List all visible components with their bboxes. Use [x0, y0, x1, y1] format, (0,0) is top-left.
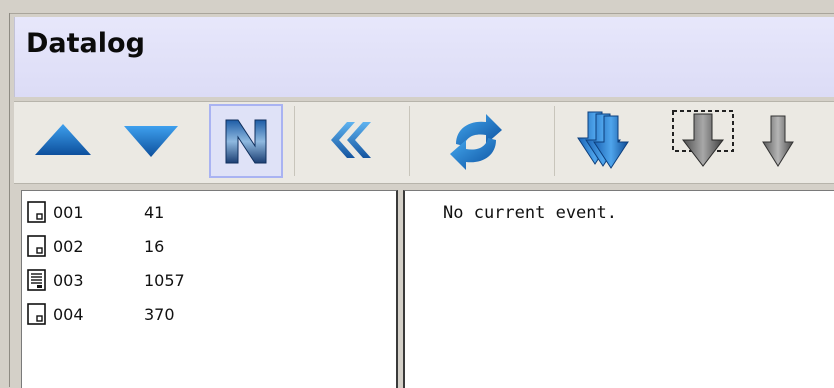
- window-top-frame: [0, 0, 834, 14]
- list-item[interactable]: 004 370: [26, 303, 386, 329]
- n-button[interactable]: [209, 104, 283, 178]
- toolbar-separator: [409, 106, 410, 176]
- item-id: 003: [53, 271, 84, 290]
- list-item[interactable]: 001 41: [26, 201, 386, 227]
- next-button[interactable]: [112, 104, 186, 178]
- item-count: 1057: [144, 271, 185, 290]
- event-view[interactable]: No current event.: [403, 190, 834, 388]
- item-id: 004: [53, 305, 84, 324]
- refresh-button[interactable]: [438, 104, 512, 178]
- toolbar: [14, 101, 834, 184]
- datalog-list[interactable]: 001 41 002 16 003 1057 004 370: [21, 190, 398, 388]
- event-text: No current event.: [443, 203, 617, 223]
- previous-button[interactable]: [29, 104, 103, 178]
- item-count: 16: [144, 237, 165, 256]
- toolbar-separator: [554, 106, 555, 176]
- list-item[interactable]: 002 16: [26, 235, 386, 261]
- page-icon: [26, 303, 48, 329]
- toolbar-separator: [294, 106, 295, 176]
- list-item[interactable]: 003 1057: [26, 269, 386, 295]
- step-button[interactable]: [759, 104, 833, 178]
- item-id: 002: [53, 237, 84, 256]
- item-id: 001: [53, 203, 84, 222]
- page-icon: [26, 201, 48, 227]
- panel-title: Datalog: [26, 28, 145, 59]
- item-count: 41: [144, 203, 165, 222]
- window-left-frame: [0, 13, 10, 387]
- document-lines-icon: [26, 269, 48, 295]
- rewind-button[interactable]: [317, 104, 391, 178]
- page-icon: [26, 235, 48, 261]
- step-into-button[interactable]: [665, 104, 739, 178]
- fast-forward-button[interactable]: [572, 104, 646, 178]
- item-count: 370: [144, 305, 175, 324]
